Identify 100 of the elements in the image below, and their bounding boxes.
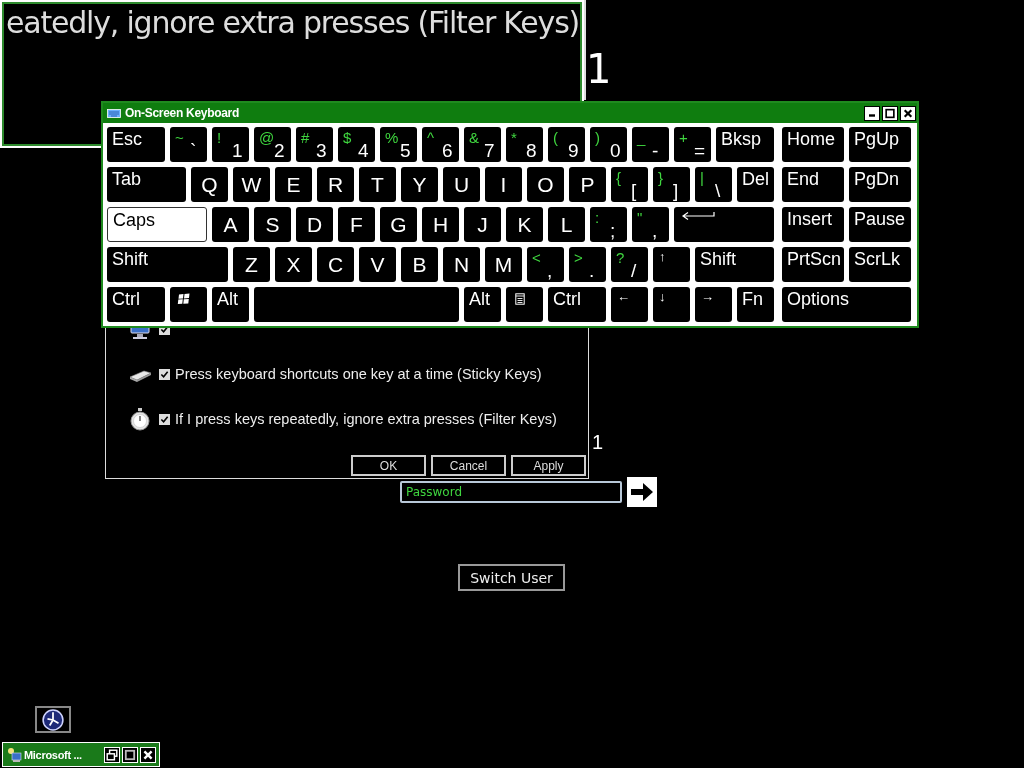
ease-of-access-button[interactable]	[35, 706, 71, 733]
symbol-key[interactable]: # 3	[296, 127, 333, 162]
key[interactable]: Ctrl	[548, 287, 606, 322]
key[interactable]: Shift	[107, 247, 228, 282]
windows-logo-icon	[177, 293, 191, 305]
enter-arrow-icon	[681, 211, 715, 221]
computer-icon	[6, 746, 22, 763]
option-label: Press keyboard shortcuts one key at a time (Sticky Keys)	[175, 366, 542, 382]
key[interactable]: Tab	[107, 167, 186, 202]
arrow-key[interactable]: →	[695, 287, 732, 322]
maximize-icon	[884, 107, 896, 119]
minimize-icon	[869, 113, 875, 117]
symbol-key[interactable]: ^ 6	[422, 127, 459, 162]
letter-key[interactable]: V	[359, 247, 396, 282]
checkbox[interactable]	[158, 412, 171, 426]
letter-key[interactable]: Z	[233, 247, 270, 282]
symbol-key[interactable]: } ]	[653, 167, 690, 202]
symbol-key[interactable]: ? /	[611, 247, 648, 282]
key[interactable]: Bksp	[716, 127, 774, 162]
symbol-key[interactable]: ! 1	[212, 127, 249, 162]
key[interactable]: Del	[737, 167, 774, 202]
symbol-key[interactable]: | \	[695, 167, 732, 202]
key[interactable]: Caps	[107, 207, 207, 242]
close-icon	[902, 107, 914, 119]
key[interactable]: Insert	[782, 207, 844, 242]
key[interactable]: PrtScn	[782, 247, 844, 282]
key[interactable]: Esc	[107, 127, 165, 162]
letter-key[interactable]: J	[464, 207, 501, 242]
symbol-key[interactable]: ( 9	[548, 127, 585, 162]
letter-key[interactable]: E	[275, 167, 312, 202]
maximize-button[interactable]	[882, 105, 898, 121]
label-text: 1	[592, 431, 604, 454]
letter-key[interactable]: Q	[191, 167, 228, 202]
symbol-key[interactable]: ~ `	[170, 127, 207, 162]
letter-key[interactable]: G	[380, 207, 417, 242]
letter-key[interactable]: B	[401, 247, 438, 282]
key[interactable]: PgDn	[849, 167, 911, 202]
symbol-key[interactable]: $ 4	[338, 127, 375, 162]
letter-key[interactable]: S	[254, 207, 291, 242]
restore-button[interactable]	[104, 746, 120, 763]
menu-icon	[513, 293, 527, 305]
submit-button[interactable]	[627, 477, 657, 507]
letter-key[interactable]: K	[506, 207, 543, 242]
key[interactable]: End	[782, 167, 844, 202]
taskbar-item[interactable]: Microsoft ...	[2, 742, 160, 767]
symbol-key[interactable]: ) 0	[590, 127, 627, 162]
arrow-key[interactable]: ↑	[653, 247, 690, 282]
windows-key[interactable]	[170, 287, 207, 322]
symbol-key[interactable]: @ 2	[254, 127, 291, 162]
letter-key[interactable]: C	[317, 247, 354, 282]
letter-key[interactable]: U	[443, 167, 480, 202]
key[interactable]: Alt	[212, 287, 249, 322]
key[interactable]: Alt	[464, 287, 501, 322]
arrow-key[interactable]: ←	[611, 287, 648, 322]
symbol-key[interactable]: _ -	[632, 127, 669, 162]
checkbox[interactable]	[158, 367, 171, 381]
letter-key[interactable]: T	[359, 167, 396, 202]
key[interactable]: PgUp	[849, 127, 911, 162]
password-field[interactable]: Password	[400, 481, 622, 503]
key[interactable]: Pause	[849, 207, 911, 242]
letter-key[interactable]: D	[296, 207, 333, 242]
key[interactable]: Shift	[695, 247, 774, 282]
arrow-key[interactable]: ↓	[653, 287, 690, 322]
stopwatch-icon	[128, 407, 152, 431]
key[interactable]: ScrLk	[849, 247, 911, 282]
dialog-button[interactable]: Apply	[511, 455, 586, 476]
letter-key[interactable]: N	[443, 247, 480, 282]
close-button[interactable]	[900, 105, 916, 121]
dialog-button[interactable]: OK	[351, 455, 426, 476]
letter-key[interactable]: P	[569, 167, 606, 202]
letter-key[interactable]: X	[275, 247, 312, 282]
letter-key[interactable]: L	[548, 207, 585, 242]
minimize-button[interactable]	[864, 105, 880, 121]
letter-key[interactable]: O	[527, 167, 564, 202]
symbol-key[interactable]: % 5	[380, 127, 417, 162]
key[interactable]: Home	[782, 127, 844, 162]
letter-key[interactable]: F	[338, 207, 375, 242]
symbol-key[interactable]: & 7	[464, 127, 501, 162]
letter-key[interactable]: W	[233, 167, 270, 202]
symbol-key[interactable]: : ;	[590, 207, 627, 242]
letter-key[interactable]: Y	[401, 167, 438, 202]
key[interactable]: Fn	[737, 287, 774, 322]
symbol-key[interactable]: > .	[569, 247, 606, 282]
symbol-key[interactable]: + =	[674, 127, 711, 162]
letter-key[interactable]: H	[422, 207, 459, 242]
letter-key[interactable]: I	[485, 167, 522, 202]
symbol-key[interactable]: < ,	[527, 247, 564, 282]
switch-user-button[interactable]: Switch User	[458, 564, 565, 591]
dialog-button[interactable]: Cancel	[431, 455, 506, 476]
letter-key[interactable]: M	[485, 247, 522, 282]
enter-key[interactable]	[674, 207, 774, 242]
key[interactable]: Options	[782, 287, 911, 322]
key[interactable]: Ctrl	[107, 287, 165, 322]
window-title: On-Screen Keyboard	[125, 106, 239, 120]
symbol-key[interactable]: * 8	[506, 127, 543, 162]
symbol-key[interactable]: { [	[611, 167, 648, 202]
symbol-key[interactable]: " ,	[632, 207, 669, 242]
letter-key[interactable]: R	[317, 167, 354, 202]
letter-key[interactable]: A	[212, 207, 249, 242]
menu-key[interactable]	[506, 287, 543, 322]
